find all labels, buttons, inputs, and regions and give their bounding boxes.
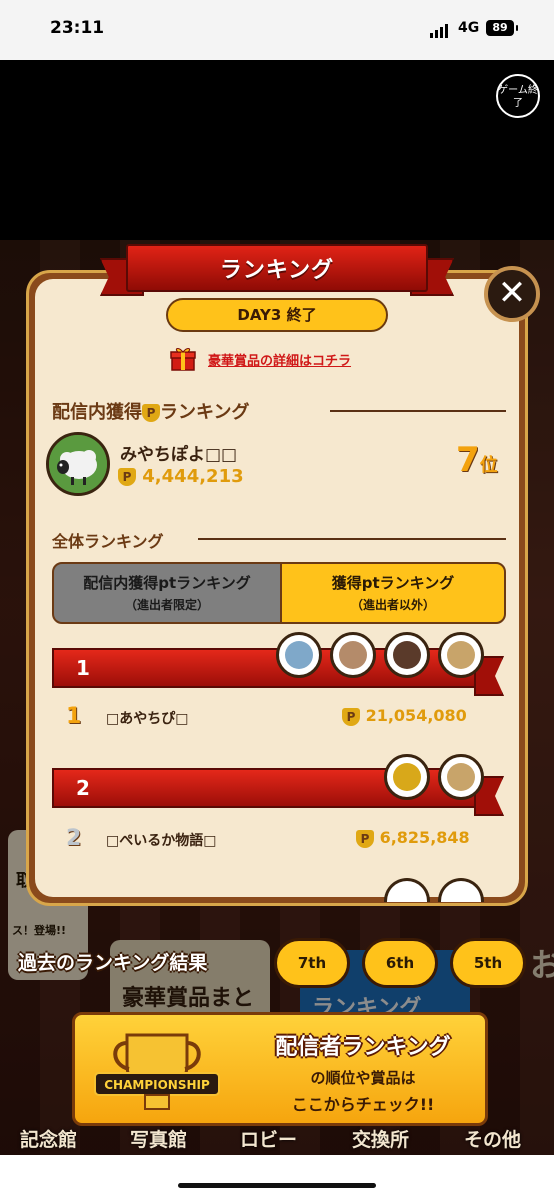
my-points: P 4,444,213 bbox=[118, 466, 244, 487]
past-result-6th-button[interactable]: 6th bbox=[362, 938, 438, 988]
nav-memorial[interactable]: 記念館 bbox=[20, 1125, 77, 1152]
supporter-avatar[interactable] bbox=[384, 632, 430, 678]
browser-footer bbox=[0, 1155, 554, 1200]
home-indicator[interactable] bbox=[178, 1183, 376, 1188]
tab-points-ranking[interactable]: 獲得ptランキング （進出者以外） bbox=[282, 564, 504, 622]
signal-icon bbox=[430, 24, 450, 38]
section-divider bbox=[198, 538, 506, 540]
stream-video-area bbox=[0, 60, 554, 240]
section-divider bbox=[330, 410, 506, 412]
supporter-avatar[interactable] bbox=[330, 632, 376, 678]
supporter-avatar[interactable] bbox=[438, 632, 484, 678]
ranker-name: □あやちぴ□ bbox=[106, 711, 189, 727]
battery-icon: 89 bbox=[486, 20, 518, 36]
championship-logo-text: CHAMPIONSHIP bbox=[104, 1078, 210, 1092]
streamer-ranking-banner[interactable]: CHAMPIONSHIP 配信者ランキング の順位や賞品は ここからチェック!! bbox=[72, 1012, 488, 1126]
avatar bbox=[46, 432, 110, 496]
sheep-icon bbox=[49, 435, 107, 493]
rank-number: 2 bbox=[66, 826, 82, 851]
championship-trophy-icon: CHAMPIONSHIP bbox=[94, 1033, 220, 1110]
promo-title: 配信者ランキング bbox=[275, 1035, 451, 1060]
tab-in-stream-ranking[interactable]: 配信内獲得ptランキング （進出者限定） bbox=[54, 564, 280, 622]
day-status-pill: DAY3 終了 bbox=[166, 298, 388, 332]
status-time: 23:11 bbox=[50, 18, 105, 38]
end-game-button[interactable]: ゲーム終了 bbox=[496, 74, 540, 118]
trophy-p-icon: P bbox=[356, 829, 374, 848]
supporter-avatar[interactable] bbox=[438, 754, 484, 800]
rank-number: 1 bbox=[66, 704, 82, 729]
supporter-avatar[interactable] bbox=[384, 754, 430, 800]
trophy-p-icon: P bbox=[142, 404, 160, 422]
nav-other[interactable]: その他 bbox=[464, 1125, 521, 1152]
nav-photo[interactable]: 写真館 bbox=[130, 1125, 187, 1152]
overall-section-title: 全体ランキング bbox=[52, 532, 164, 551]
my-name: みやちぽよ□□ bbox=[120, 445, 238, 465]
ranker-name: □ぺいるか物語□ bbox=[106, 833, 217, 849]
promo-cta: ここからチェック!! bbox=[291, 1095, 435, 1114]
ranker-points: P 6,825,848 bbox=[356, 828, 470, 848]
close-icon: ✕ bbox=[497, 273, 527, 313]
my-rank: 7位 bbox=[456, 440, 498, 480]
past-result-5th-button[interactable]: 5th bbox=[450, 938, 526, 988]
gift-icon bbox=[170, 348, 196, 371]
trophy-p-icon: P bbox=[118, 468, 136, 486]
in-stream-section-title: 配信内獲得 P ランキング bbox=[52, 402, 250, 423]
nav-lobby[interactable]: ロビー bbox=[240, 1125, 297, 1152]
past-result-7th-button[interactable]: 7th bbox=[274, 938, 350, 988]
promo-subtitle: の順位や賞品は bbox=[310, 1069, 416, 1087]
modal-title: ランキング bbox=[219, 258, 335, 283]
network-type: 4G bbox=[458, 20, 480, 36]
nav-exchange[interactable]: 交換所 bbox=[352, 1125, 409, 1152]
trophy-p-icon: P bbox=[342, 707, 360, 726]
rank-bar-number: 2 bbox=[76, 776, 90, 800]
close-button[interactable]: ✕ bbox=[484, 266, 540, 322]
rank-bar-number: 1 bbox=[76, 656, 90, 680]
modal-title-banner: ランキング bbox=[100, 244, 454, 296]
past-results-label: 過去のランキング結果 bbox=[18, 952, 208, 974]
status-bar: 23:11 4G 89 bbox=[0, 0, 554, 60]
prize-details-text: 豪華賞品の詳細はコチラ bbox=[208, 354, 352, 369]
bottom-nav: 記念館 写真館 ロビー 交換所 その他 bbox=[0, 1125, 554, 1155]
supporter-avatar[interactable] bbox=[276, 632, 322, 678]
ranking-tabs: 配信内獲得ptランキング （進出者限定） 獲得ptランキング （進出者以外） bbox=[52, 562, 506, 624]
ranker-points: P 21,054,080 bbox=[342, 706, 467, 726]
